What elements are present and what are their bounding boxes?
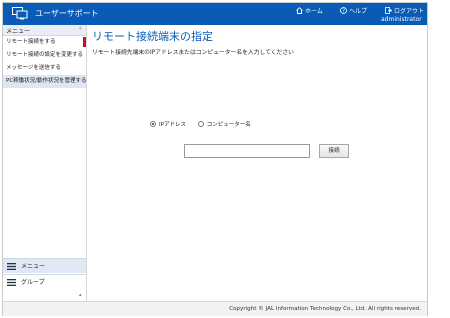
radio-ip-address[interactable]: IPアドレス xyxy=(150,120,186,128)
scroll-up-icon[interactable]: ▴ xyxy=(79,292,82,298)
home-icon xyxy=(296,7,303,14)
host-input[interactable] xyxy=(184,144,310,158)
help-label: ヘルプ xyxy=(349,8,368,15)
radio-selected-icon xyxy=(150,121,156,127)
user-name: administrator xyxy=(381,16,422,23)
sidebar-item-remote-connect[interactable]: リモート接続をする xyxy=(3,36,86,49)
help-icon: ? xyxy=(340,7,347,14)
logout-button[interactable]: ログアウト xyxy=(385,6,424,15)
footer: Copyright © JAL Information Technology C… xyxy=(3,301,427,316)
home-label: ホーム xyxy=(305,8,323,15)
radio-unselected-icon xyxy=(197,121,204,127)
app-window: ユーザーサポート ホーム ? ヘルプ ログアウト administrator メニ… xyxy=(2,2,428,316)
svg-text:?: ? xyxy=(342,8,345,14)
help-button[interactable]: ? ヘルプ xyxy=(340,6,367,15)
group-panel-button[interactable]: グループ xyxy=(3,274,86,289)
monitor-logo-icon xyxy=(12,7,28,20)
radio-name-label: コンピューター名 xyxy=(206,122,251,128)
sidebar-item-pc-status[interactable]: PC稼働状況/動作状況を管理するIF xyxy=(3,75,86,88)
copyright-text: Copyright © JAL Information Technology C… xyxy=(229,306,421,312)
radio-ip-label: IPアドレス xyxy=(159,122,186,128)
target-type-radio-group: IPアドレス コンピューター名 xyxy=(150,120,261,129)
sidebar: メニュー ‹ リモート接続をする リモート接続の設定を変更する メッセージを送信… xyxy=(3,25,87,301)
hamburger-icon xyxy=(7,263,16,270)
app-title: ユーザーサポート xyxy=(35,9,99,18)
sidebar-header: メニュー ‹ xyxy=(3,25,86,36)
home-button[interactable]: ホーム xyxy=(296,6,323,15)
logout-label: ログアウト xyxy=(394,8,425,15)
sidebar-item-send-message[interactable]: メッセージを送信する xyxy=(3,62,86,75)
group-panel-label: グループ xyxy=(21,279,45,286)
sidebar-title: メニュー xyxy=(6,28,31,35)
menu-panel-label: メニュー xyxy=(21,263,46,270)
instructions-text: リモート接続先端末のIPアドレスまたはコンピューター名を入力してください xyxy=(92,50,294,56)
logout-icon xyxy=(385,7,392,14)
radio-computer-name[interactable]: コンピューター名 xyxy=(197,120,251,128)
menu-panel-button[interactable]: メニュー xyxy=(3,258,86,273)
page-title: リモート接続端末の指定 xyxy=(92,30,213,43)
main-content: リモート接続端末の指定 リモート接続先端末のIPアドレスまたはコンピューター名を… xyxy=(88,25,427,301)
sidebar-item-change-settings[interactable]: リモート接続の設定を変更する xyxy=(3,49,86,62)
app-header: ユーザーサポート ホーム ? ヘルプ ログアウト administrator xyxy=(3,3,427,25)
collapse-icon[interactable]: ‹ xyxy=(79,25,81,32)
hamburger-icon xyxy=(7,279,16,286)
connect-button[interactable]: 接続 xyxy=(319,144,349,158)
